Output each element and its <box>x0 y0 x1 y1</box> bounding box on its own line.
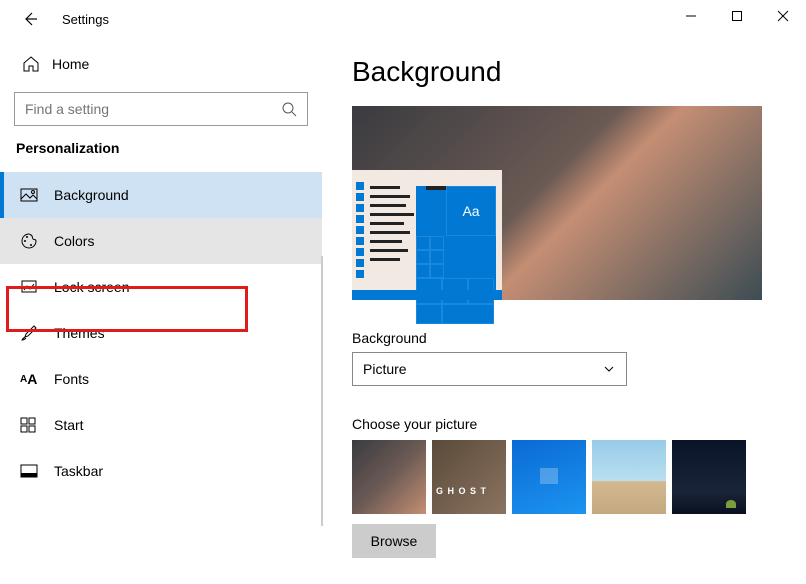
sidebar-item-themes[interactable]: Themes <box>0 310 322 356</box>
sidebar-home-label: Home <box>52 56 89 72</box>
lock-screen-icon <box>20 278 42 296</box>
brush-icon <box>20 324 42 342</box>
maximize-button[interactable] <box>714 0 760 32</box>
back-button[interactable] <box>20 11 40 27</box>
home-icon <box>20 55 42 73</box>
palette-icon <box>20 232 42 250</box>
sidebar-home[interactable]: Home <box>0 44 322 84</box>
sidebar: Home Personalization Background Colors L… <box>0 38 322 584</box>
background-type-label: Background <box>352 330 776 346</box>
page-title: Background <box>352 56 776 88</box>
sidebar-item-taskbar[interactable]: Taskbar <box>0 448 322 494</box>
sidebar-item-label: Lock screen <box>54 279 129 295</box>
picture-thumbnails <box>352 440 776 514</box>
sidebar-item-background[interactable]: Background <box>0 172 322 218</box>
choose-picture-label: Choose your picture <box>352 416 776 432</box>
main-panel: Background <box>322 38 806 584</box>
sidebar-item-label: Themes <box>54 325 105 341</box>
sidebar-item-label: Colors <box>54 233 94 249</box>
close-button[interactable] <box>760 0 806 32</box>
sidebar-item-label: Start <box>54 417 84 433</box>
sidebar-item-label: Background <box>54 187 129 203</box>
sidebar-group-title: Personalization <box>0 140 322 156</box>
sidebar-item-label: Fonts <box>54 371 89 387</box>
background-preview: Aa <box>352 106 762 300</box>
picture-thumbnail[interactable] <box>592 440 666 514</box>
preview-text-sample: Aa <box>446 186 496 236</box>
taskbar-icon <box>20 464 42 478</box>
sidebar-item-lock-screen[interactable]: Lock screen <box>0 264 322 310</box>
picture-thumbnail[interactable] <box>672 440 746 514</box>
window-title: Settings <box>62 12 109 27</box>
sidebar-item-colors[interactable]: Colors <box>0 218 322 264</box>
picture-thumbnail[interactable] <box>432 440 506 514</box>
sidebar-item-fonts[interactable]: AA Fonts <box>0 356 322 402</box>
background-type-dropdown[interactable]: Picture <box>352 352 627 386</box>
picture-thumbnail[interactable] <box>512 440 586 514</box>
picture-icon <box>20 186 42 204</box>
preview-sample-window: Aa <box>352 170 502 300</box>
browse-button[interactable]: Browse <box>352 524 436 558</box>
search-field[interactable] <box>25 101 281 117</box>
sidebar-item-label: Taskbar <box>54 463 103 479</box>
minimize-button[interactable] <box>668 0 714 32</box>
dropdown-value: Picture <box>363 361 407 377</box>
start-icon <box>20 417 42 433</box>
sidebar-item-start[interactable]: Start <box>0 402 322 448</box>
search-icon <box>281 101 297 117</box>
picture-thumbnail[interactable] <box>352 440 426 514</box>
chevron-down-icon <box>602 362 616 376</box>
search-input[interactable] <box>14 92 308 126</box>
sidebar-scrollbar[interactable] <box>321 256 323 526</box>
fonts-icon: AA <box>20 371 42 387</box>
